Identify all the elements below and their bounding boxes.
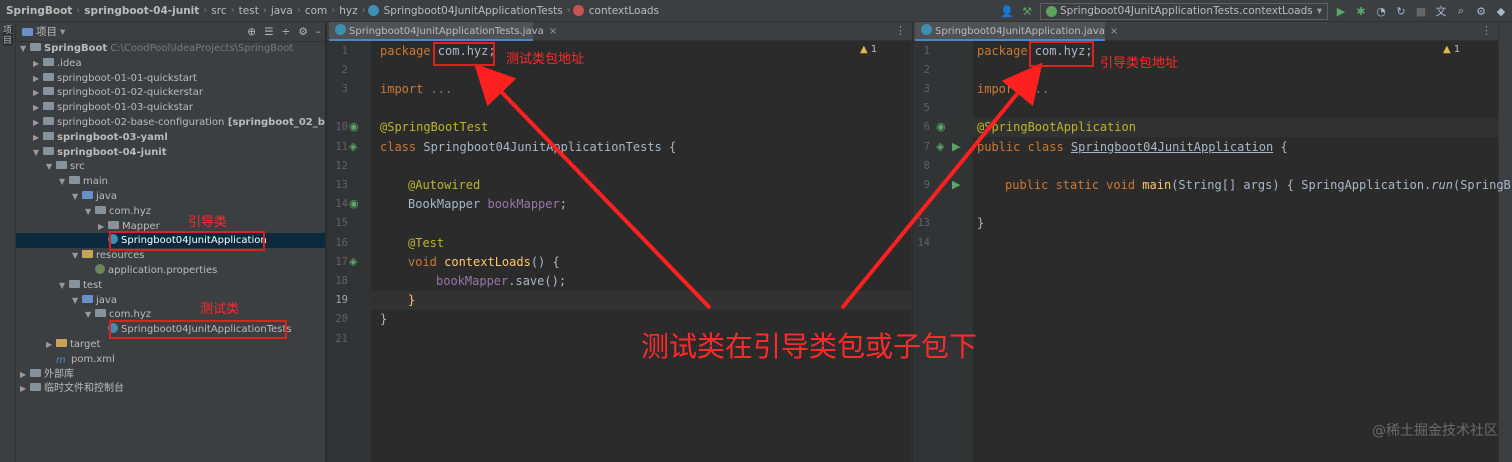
watermark: @稀土掘金技术社区	[1372, 423, 1498, 439]
arrow-to-test-package	[474, 63, 712, 310]
boot-package-note: 引导类包地址	[1100, 56, 1179, 71]
test-class-note: 测试类	[200, 302, 240, 317]
test-package-note: 测试类包地址	[506, 52, 585, 67]
boot-class-note: 引导类	[188, 215, 228, 230]
test-class-highlight	[109, 320, 287, 339]
boot-package-highlight	[1029, 41, 1094, 67]
test-package-highlight	[433, 42, 495, 66]
boot-class-highlight	[109, 231, 265, 251]
arrow-to-boot-package	[840, 62, 1043, 310]
main-explanation-note: 测试类在引导类包或子包下	[641, 330, 978, 363]
